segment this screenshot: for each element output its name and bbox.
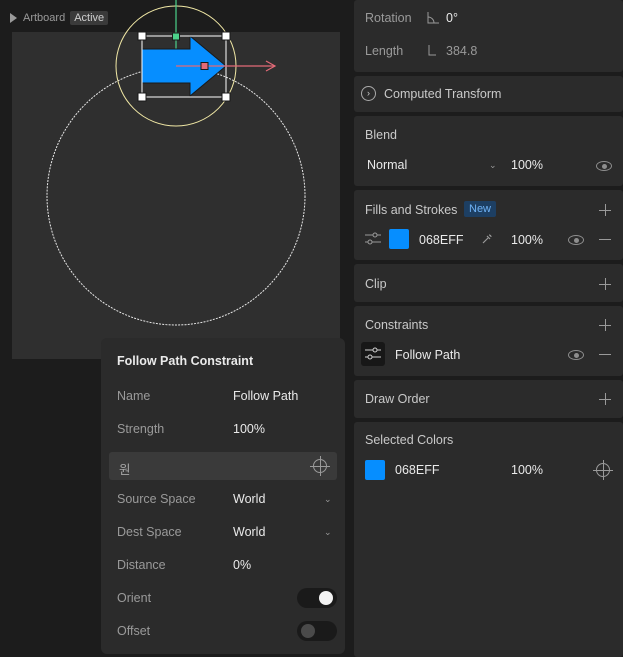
eye-icon[interactable] xyxy=(596,161,612,171)
rotation-label: Rotation xyxy=(365,11,412,25)
blend-title: Blend xyxy=(365,128,397,142)
dest-space-label: Dest Space xyxy=(117,525,182,539)
handle-bottom-left[interactable] xyxy=(137,92,147,102)
crosshair-icon[interactable] xyxy=(310,456,330,476)
dest-space-select[interactable]: World xyxy=(233,525,265,539)
source-space-label: Source Space xyxy=(117,492,196,506)
clip-title: Clip xyxy=(365,277,387,291)
length-icon xyxy=(428,45,436,56)
transform-section: Rotation 0° Length 384.8 xyxy=(354,0,623,72)
rotation-value[interactable]: 0° xyxy=(446,11,458,25)
orient-toggle[interactable] xyxy=(297,588,337,608)
toggle-knob xyxy=(301,624,315,638)
distance-field[interactable]: 0% xyxy=(233,558,251,572)
fill-hex[interactable]: 068EFF xyxy=(419,233,463,247)
chevron-down-icon[interactable]: ⌄ xyxy=(489,160,497,171)
selected-color-hex[interactable]: 068EFF xyxy=(395,463,439,477)
toggle-knob xyxy=(319,591,333,605)
eye-icon[interactable] xyxy=(568,235,584,245)
strength-field[interactable]: 100% xyxy=(233,422,265,436)
source-space-select[interactable]: World xyxy=(233,492,265,506)
remove-fill-icon[interactable] xyxy=(599,239,611,240)
fills-strokes-section: Fills and Strokes New 068EFF 100% xyxy=(354,190,623,260)
offset-label: Offset xyxy=(117,624,151,638)
handle-bottom-right[interactable] xyxy=(221,92,231,102)
add-fill-icon[interactable] xyxy=(599,204,611,216)
computed-transform-label: Computed Transform xyxy=(384,87,502,101)
selected-color-opacity[interactable]: 100% xyxy=(511,463,543,477)
offset-toggle[interactable] xyxy=(297,621,337,641)
target-field[interactable]: 원 xyxy=(109,452,337,480)
length-value[interactable]: 384.8 xyxy=(446,44,477,58)
follow-path-constraint-popup: Follow Path Constraint Name Follow Path … xyxy=(101,338,345,654)
clip-section: Clip xyxy=(354,264,623,302)
strength-label: Strength xyxy=(117,422,165,436)
selected-color-swatch[interactable] xyxy=(365,460,385,480)
blend-mode-select[interactable]: Normal xyxy=(367,158,407,172)
target-value: 원 xyxy=(119,463,131,477)
eye-icon[interactable] xyxy=(568,350,584,360)
new-badge: New xyxy=(464,201,497,217)
chevron-right-icon[interactable]: › xyxy=(361,86,376,101)
canvas-overlay xyxy=(46,0,306,326)
selected-colors-section: Selected Colors 068EFF 100% xyxy=(354,422,623,657)
draw-order-section: Draw Order xyxy=(354,380,623,418)
path-circle[interactable] xyxy=(46,66,306,326)
chevron-down-icon[interactable]: ⌄ xyxy=(324,494,332,505)
angle-icon xyxy=(427,12,439,24)
crosshair-icon[interactable] xyxy=(593,460,613,480)
blend-section: Blend Normal ⌄ 100% xyxy=(354,116,623,186)
name-field[interactable]: Follow Path xyxy=(233,389,298,403)
add-draw-order-icon[interactable] xyxy=(599,393,611,405)
sliders-icon xyxy=(365,347,381,360)
constraint-follow-path[interactable]: Follow Path xyxy=(395,348,460,362)
orient-label: Orient xyxy=(117,591,152,605)
draw-order-title: Draw Order xyxy=(365,392,430,406)
handle-x-axis[interactable] xyxy=(200,62,209,70)
add-constraint-icon[interactable] xyxy=(599,319,611,331)
distance-label: Distance xyxy=(117,558,166,572)
constraints-section: Constraints Follow Path xyxy=(354,306,623,376)
chevron-down-icon[interactable]: ⌄ xyxy=(324,527,332,538)
remove-constraint-icon[interactable] xyxy=(599,354,611,355)
popup-title: Follow Path Constraint xyxy=(117,354,254,368)
constraint-icon-bg[interactable] xyxy=(361,342,385,366)
inspector-panel: Rotation 0° Length 384.8 › Computed Tran… xyxy=(352,0,623,657)
sliders-icon[interactable] xyxy=(365,232,381,246)
handle-y-axis[interactable] xyxy=(172,32,180,41)
fill-color-swatch[interactable] xyxy=(389,229,409,249)
selected-colors-title: Selected Colors xyxy=(365,433,454,447)
handle-top-left[interactable] xyxy=(137,31,147,41)
add-clip-icon[interactable] xyxy=(599,278,611,290)
computed-transform-section[interactable]: › Computed Transform xyxy=(354,76,623,112)
fill-opacity[interactable]: 100% xyxy=(511,233,543,247)
constraints-title: Constraints xyxy=(365,318,429,332)
length-label: Length xyxy=(365,44,404,58)
blend-opacity[interactable]: 100% xyxy=(511,158,543,172)
name-label: Name xyxy=(117,389,151,403)
eyedropper-icon[interactable] xyxy=(481,233,493,245)
handle-top-right[interactable] xyxy=(221,31,231,41)
fills-title: Fills and Strokes xyxy=(365,203,458,217)
